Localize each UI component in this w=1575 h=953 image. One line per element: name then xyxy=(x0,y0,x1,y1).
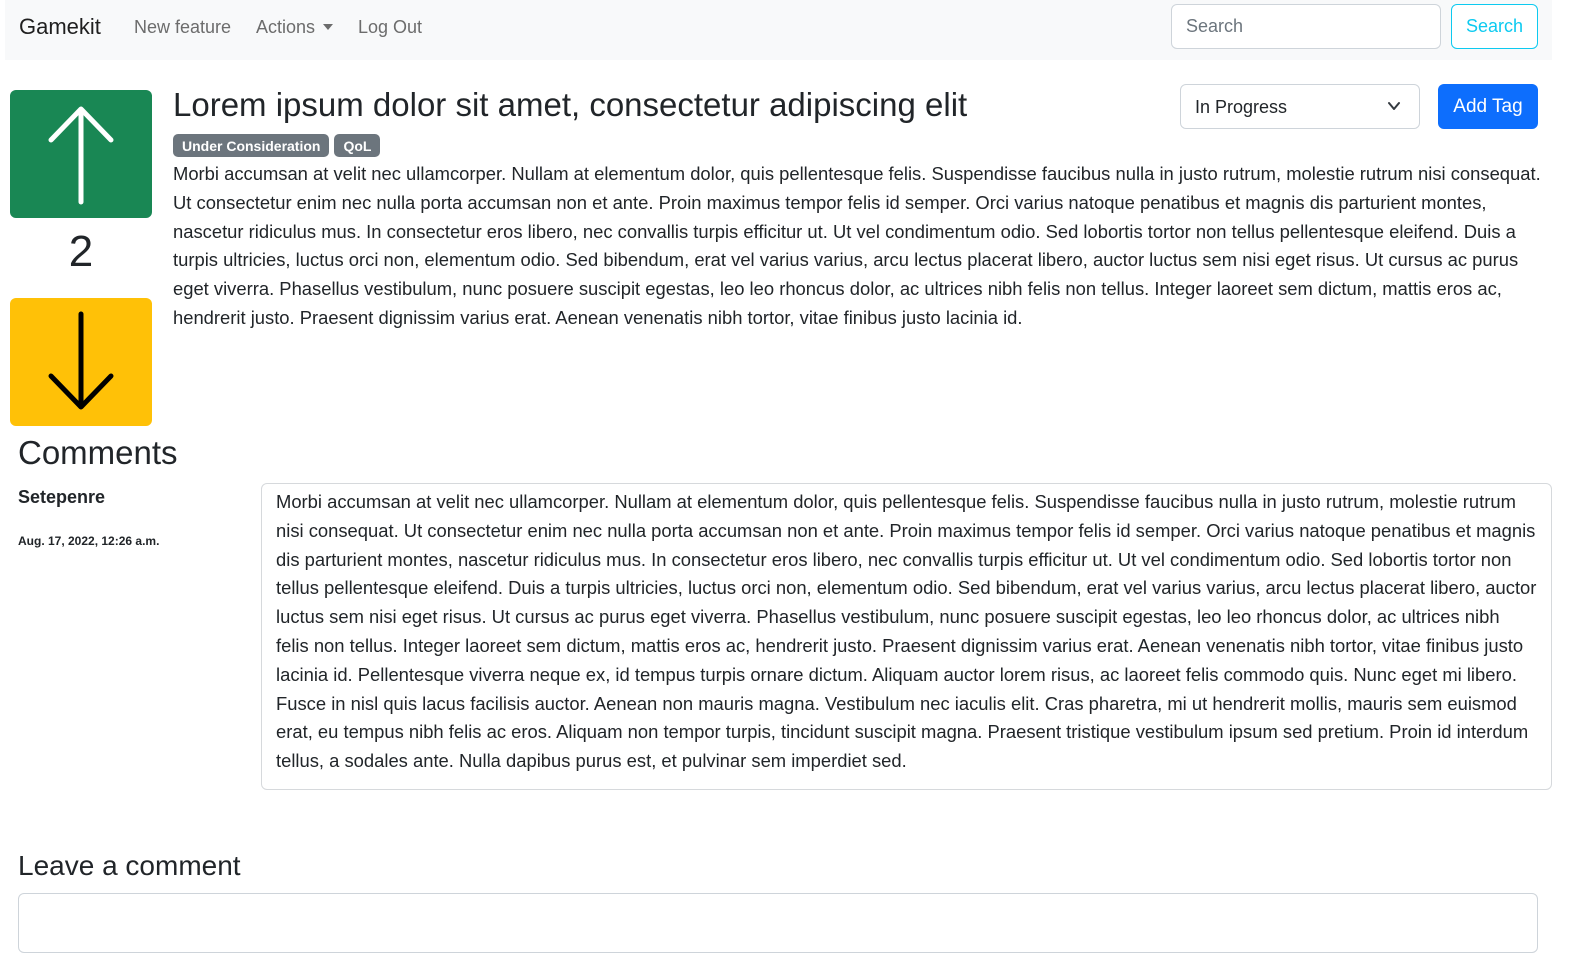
tag-badge: QoL xyxy=(334,134,381,157)
downvote-button[interactable] xyxy=(10,298,152,426)
chevron-down-icon xyxy=(1388,102,1400,110)
status-select-value: In Progress xyxy=(1195,97,1288,117)
comment-author: Setepenre xyxy=(18,487,106,507)
arrow-down-icon xyxy=(48,311,114,410)
search-button[interactable]: Search xyxy=(1451,4,1538,49)
navbar: Gamekit New feature Actions Log Out Sear… xyxy=(5,0,1552,60)
comment-date: Aug. 17, 2022, 12:26 a.m. xyxy=(18,534,160,548)
status-select[interactable]: In Progress xyxy=(1180,84,1420,129)
brand-link[interactable]: Gamekit xyxy=(19,14,101,40)
comment-text: Morbi accumsan at velit nec ullamcorper.… xyxy=(276,491,1537,772)
leave-comment-heading: Leave a comment xyxy=(18,850,241,881)
comments-heading: Comments xyxy=(18,434,178,471)
comment-card: Morbi accumsan at velit nec ullamcorper.… xyxy=(261,483,1552,790)
nav-dropdown-actions[interactable]: Actions xyxy=(256,17,334,38)
post-body: Morbi accumsan at velit nec ullamcorper.… xyxy=(173,163,1541,328)
comment-textarea[interactable] xyxy=(18,893,1538,953)
upvote-button[interactable] xyxy=(10,90,152,218)
tag-badge: Under Consideration xyxy=(173,134,330,157)
nav-link-log-out[interactable]: Log Out xyxy=(358,17,422,38)
arrow-up-icon xyxy=(48,106,114,205)
post-title: Lorem ipsum dolor sit amet, consectetur … xyxy=(173,86,968,123)
nav-link-new-feature[interactable]: New feature xyxy=(134,17,231,38)
nav-dropdown-actions-label: Actions xyxy=(256,17,316,37)
tag-list: Under Consideration QoL xyxy=(173,134,381,157)
vote-count: 2 xyxy=(68,227,94,276)
add-tag-button[interactable]: Add Tag xyxy=(1438,84,1538,129)
caret-down-icon xyxy=(323,24,334,30)
search-input[interactable] xyxy=(1171,4,1441,49)
